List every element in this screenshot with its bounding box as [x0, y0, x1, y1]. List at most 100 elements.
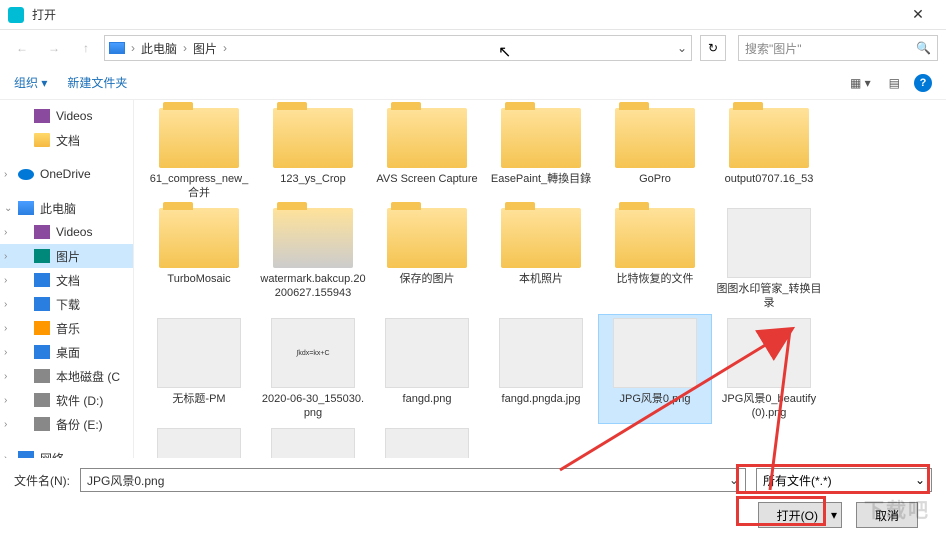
- file-item[interactable]: AVS Screen Capture: [370, 104, 484, 204]
- pc-icon: [109, 42, 125, 54]
- file-item[interactable]: watermark.bakcup.20200627.155943: [256, 204, 370, 314]
- close-button[interactable]: ✕: [898, 1, 938, 29]
- sidebar-item-music[interactable]: ›音乐: [0, 316, 133, 340]
- organize-menu[interactable]: 组织 ▾: [14, 74, 47, 91]
- chevron-right-icon: ›: [183, 41, 187, 55]
- sidebar-item-pc[interactable]: ⌄此电脑: [0, 196, 133, 220]
- sidebar-item-localdisk[interactable]: ›本地磁盘 (C: [0, 364, 133, 388]
- image-thumbnail: ∫kdx=kx+C: [271, 318, 355, 388]
- sidebar-item-backup[interactable]: ›备份 (E:): [0, 412, 133, 436]
- view-details-icon[interactable]: ▤: [885, 74, 904, 92]
- image-thumbnail: [613, 318, 697, 388]
- breadcrumb-folder[interactable]: 图片: [193, 40, 217, 57]
- file-item[interactable]: fangd.pngda.jpg: [484, 314, 598, 424]
- sidebar-item-software[interactable]: ›软件 (D:): [0, 388, 133, 412]
- up-button[interactable]: ↑: [72, 34, 100, 62]
- file-label: JPG风景0.png: [620, 392, 691, 406]
- folder-icon: [615, 208, 695, 268]
- forward-button[interactable]: →: [40, 34, 68, 62]
- file-item[interactable]: 123_ys_Crop: [256, 104, 370, 204]
- file-item[interactable]: 61_compress_new_合并: [142, 104, 256, 204]
- file-label: output0707.16_53: [725, 172, 814, 186]
- folder-icon: [501, 108, 581, 168]
- image-thumbnail: [157, 428, 241, 458]
- file-item[interactable]: fangd.png: [370, 314, 484, 424]
- cancel-button[interactable]: 取消: [856, 502, 918, 528]
- chevron-down-icon[interactable]: ⌄: [729, 473, 739, 487]
- file-label: JPG风景0_beautify(0).png: [716, 392, 822, 420]
- file-label: EasePaint_轉換目錄: [491, 172, 591, 186]
- folder-icon: [729, 108, 809, 168]
- file-label: 保存的图片: [400, 272, 455, 286]
- sidebar-item-downloads[interactable]: ›下载: [0, 292, 133, 316]
- file-item[interactable]: GoPro: [598, 104, 712, 204]
- file-label: TurboMosaic: [167, 272, 230, 286]
- file-label: fangd.pngda.jpg: [502, 392, 581, 406]
- refresh-button[interactable]: ↻: [700, 35, 726, 61]
- image-thumbnail: [727, 208, 811, 278]
- file-item[interactable]: ∫kdx=kx+C 2020-06-30_155030.png: [256, 314, 370, 424]
- file-label: watermark.bakcup.20200627.155943: [260, 272, 366, 300]
- chevron-down-icon[interactable]: ⌄: [677, 41, 687, 55]
- sidebar-item-videos2[interactable]: ›Videos: [0, 220, 133, 244]
- chevron-right-icon: ›: [131, 41, 135, 55]
- folder-icon: [273, 208, 353, 268]
- file-item[interactable]: 无标题-PM: [142, 314, 256, 424]
- back-button[interactable]: ←: [8, 34, 36, 62]
- file-item[interactable]: 本机照片: [484, 204, 598, 314]
- sidebar-item-onedrive[interactable]: ›OneDrive: [0, 162, 133, 186]
- file-label: AVS Screen Capture: [376, 172, 477, 186]
- filename-input[interactable]: JPG风景0.png ⌄: [80, 468, 746, 492]
- file-item[interactable]: output0707.16_53: [712, 104, 826, 204]
- folder-icon: [387, 108, 467, 168]
- folder-icon: [273, 108, 353, 168]
- help-icon[interactable]: ?: [914, 74, 932, 92]
- file-label: fangd.png: [403, 392, 452, 406]
- file-item[interactable]: 保存的图片: [370, 204, 484, 314]
- filename-label: 文件名(N):: [14, 472, 70, 489]
- file-item[interactable]: 比特恢复的文件: [598, 204, 712, 314]
- chevron-right-icon: ›: [223, 41, 227, 55]
- view-thumbnails-icon[interactable]: ▦ ▾: [846, 74, 875, 92]
- file-item[interactable]: JPG风景0_Convert.JPG: [256, 424, 370, 458]
- image-thumbnail: [499, 318, 583, 388]
- search-input[interactable]: 搜索"图片" 🔍: [738, 35, 938, 61]
- file-label: 无标题-PM: [172, 392, 225, 406]
- file-label: 本机照片: [519, 272, 563, 286]
- open-dropdown-icon[interactable]: ▾: [824, 508, 837, 522]
- sidebar-item-videos[interactable]: Videos: [0, 104, 133, 128]
- file-grid: 61_compress_new_合并123_ys_Crop AVS Screen …: [134, 100, 946, 458]
- image-thumbnail: [727, 318, 811, 388]
- file-item[interactable]: TurboMosaic: [142, 204, 256, 314]
- file-item[interactable]: JPG风景0.png: [598, 314, 712, 424]
- sidebar-item-desktop[interactable]: ›桌面: [0, 340, 133, 364]
- sidebar-item-network[interactable]: ›网络: [0, 446, 133, 458]
- address-bar[interactable]: › 此电脑 › 图片 › ⌄: [104, 35, 692, 61]
- file-label: 图图水印管家_转换目录: [716, 282, 822, 310]
- open-button[interactable]: 打开(O) ▾: [758, 502, 842, 528]
- file-label: GoPro: [639, 172, 671, 186]
- new-folder-button[interactable]: 新建文件夹: [67, 74, 127, 91]
- search-placeholder: 搜索"图片": [745, 40, 802, 57]
- folder-icon: [159, 208, 239, 268]
- image-thumbnail: [157, 318, 241, 388]
- sidebar-item-documents2[interactable]: ›文档: [0, 268, 133, 292]
- folder-icon: [615, 108, 695, 168]
- file-item[interactable]: JPG风景0_beautify(0).png: [712, 314, 826, 424]
- folder-icon: [387, 208, 467, 268]
- file-label: 2020-06-30_155030.png: [260, 392, 366, 420]
- sidebar-item-pictures[interactable]: ›图片: [0, 244, 133, 268]
- file-item[interactable]: 图图水印管家_转换目录: [712, 204, 826, 314]
- breadcrumb-root[interactable]: 此电脑: [141, 40, 177, 57]
- file-item[interactable]: JPG风景0_beautify.png: [142, 424, 256, 458]
- sidebar-item-documents[interactable]: 文档: [0, 128, 133, 152]
- filter-dropdown[interactable]: 所有文件(*.*) ⌄: [756, 468, 932, 492]
- folder-icon: [501, 208, 581, 268]
- folder-icon: [159, 108, 239, 168]
- file-label: 比特恢复的文件: [617, 272, 694, 286]
- window-title: 打开: [32, 6, 898, 23]
- image-thumbnail: [385, 428, 469, 458]
- chevron-down-icon: ⌄: [915, 473, 925, 487]
- file-item[interactable]: EasePaint_轉換目錄: [484, 104, 598, 204]
- file-item[interactable]: qinxi.png: [370, 424, 484, 458]
